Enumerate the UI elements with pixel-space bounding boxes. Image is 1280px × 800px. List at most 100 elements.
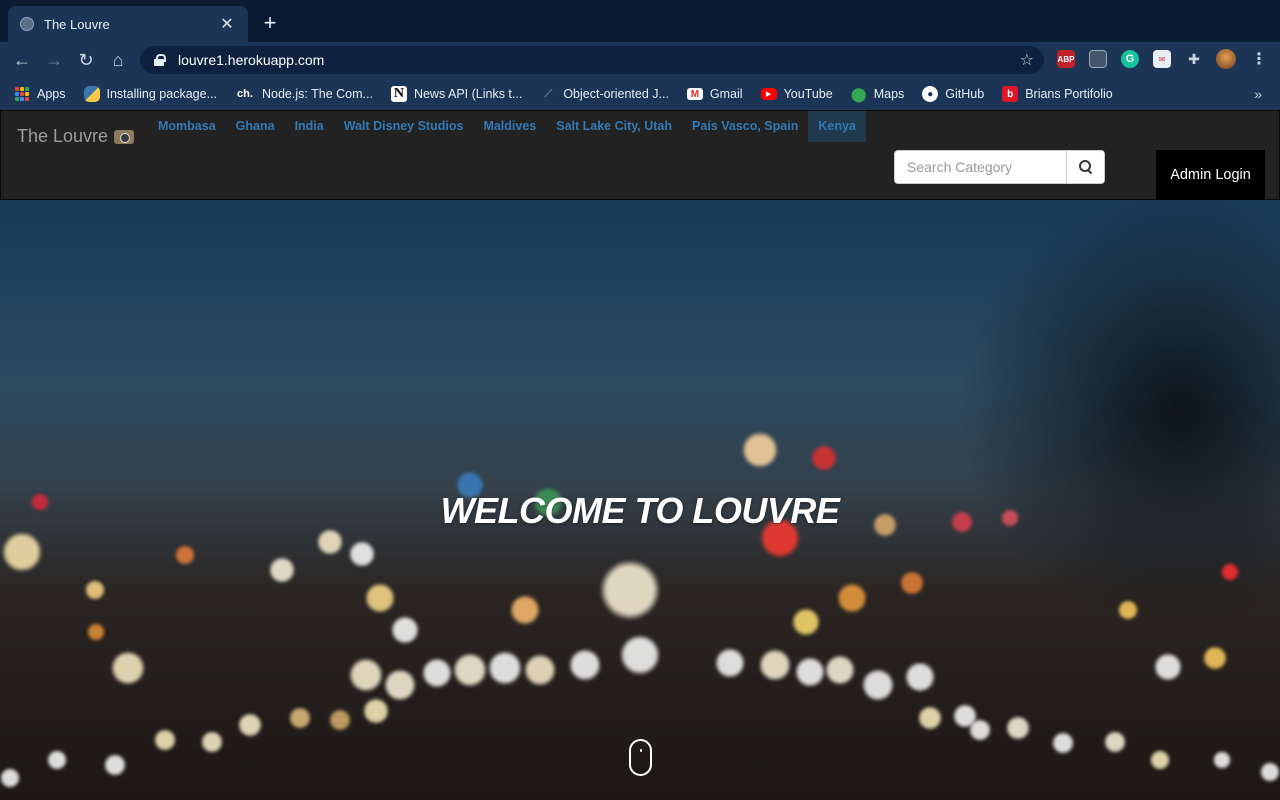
hero-title: WELCOME TO LOUVRE <box>440 490 840 531</box>
bokeh-light <box>792 608 820 636</box>
bokeh-light <box>811 445 837 471</box>
bokeh-light <box>1006 716 1030 740</box>
forward-arrow-icon[interactable]: → <box>42 48 66 72</box>
bokeh-light <box>600 560 660 620</box>
bokeh-light <box>1104 731 1126 753</box>
browser-toolbar: ← → ↻ ⌂ louvre1.herokuapp.com ☆ <box>0 42 1280 78</box>
search-button[interactable] <box>1066 150 1105 184</box>
category-salt-lake-city[interactable]: Salt Lake City, Utah <box>546 111 682 142</box>
youtube-icon: ▶ <box>760 88 777 100</box>
bokeh-light <box>1213 751 1231 769</box>
bokeh-light <box>269 557 295 583</box>
bokeh-light <box>620 635 660 675</box>
bookmark-installing-packages[interactable]: Installing package... <box>83 86 217 102</box>
bokeh-light <box>349 541 375 567</box>
bookmarks-overflow-icon[interactable]: » <box>1254 86 1262 102</box>
bokeh-light <box>238 713 262 737</box>
bokeh-light <box>85 580 105 600</box>
category-search <box>894 150 1105 184</box>
ch-icon: ch. <box>237 88 253 100</box>
bookmark-object-oriented[interactable]: ⟋ Object-oriented J... <box>540 86 668 102</box>
search-input[interactable] <box>894 150 1066 184</box>
url-text[interactable]: louvre1.herokuapp.com <box>178 52 1020 68</box>
bokeh-light <box>837 583 867 613</box>
category-nav: Mombasa Ghana India Walt Disney Studios … <box>148 111 866 142</box>
bokeh-light <box>87 623 105 641</box>
bokeh-light <box>524 654 556 686</box>
adblock-plus-icon[interactable]: ABP <box>1057 50 1075 68</box>
n-logo-icon: N <box>390 86 407 102</box>
bookmark-github[interactable]: ● GitHub <box>922 86 984 102</box>
bookmark-star-icon[interactable]: ☆ <box>1020 50 1034 70</box>
grammarly-icon[interactable]: G <box>1121 50 1139 68</box>
bokeh-light <box>905 662 935 692</box>
bokeh-light <box>363 698 389 724</box>
bookmark-apps[interactable]: Apps <box>14 86 66 102</box>
bokeh-light <box>1221 563 1239 581</box>
scroll-mouse-icon[interactable] <box>629 739 652 776</box>
bokeh-light <box>510 595 540 625</box>
bokeh-light <box>2 532 42 572</box>
bokeh-light <box>289 707 311 729</box>
bokeh-light <box>329 709 351 731</box>
globe-icon <box>20 17 34 31</box>
browser-tab[interactable]: The Louvre ✕ <box>8 6 248 42</box>
category-ghana[interactable]: Ghana <box>226 111 285 142</box>
category-mombasa[interactable]: Mombasa <box>148 111 226 142</box>
profile-avatar[interactable] <box>1216 49 1236 69</box>
bokeh-light <box>759 649 791 681</box>
bokeh-light <box>349 658 383 692</box>
bokeh-light <box>1260 762 1280 782</box>
reload-icon[interactable]: ↻ <box>74 48 98 72</box>
bokeh-light <box>453 653 487 687</box>
bokeh-light <box>391 616 419 644</box>
bokeh-light <box>104 754 126 776</box>
extensions-puzzle-icon[interactable]: ✚ <box>1185 50 1203 68</box>
address-bar[interactable]: louvre1.herokuapp.com ☆ <box>140 46 1044 74</box>
category-kenya[interactable]: Kenya <box>808 111 866 142</box>
bookmark-brians-portfolio[interactable]: b Brians Portifolio <box>1002 86 1113 102</box>
camera-icon <box>114 129 135 144</box>
bokeh-light <box>1150 750 1170 770</box>
home-icon[interactable]: ⌂ <box>106 48 130 72</box>
bookmark-news-api[interactable]: N News API (Links t... <box>390 86 522 102</box>
brand-text: The Louvre <box>17 126 109 146</box>
hero-background <box>0 110 1280 800</box>
slash-icon: ⟋ <box>544 87 553 100</box>
menu-kebab-icon[interactable]: ⋮ <box>1250 50 1268 68</box>
bookmark-gmail[interactable]: M Gmail <box>686 87 743 101</box>
bokeh-light <box>569 649 601 681</box>
bookmark-maps[interactable]: ⬤ Maps <box>851 86 904 102</box>
tab-title: The Louvre <box>44 16 110 32</box>
site-navbar: The Louvre Mombasa Ghana India Walt Disn… <box>0 110 1280 200</box>
reading-list-icon[interactable] <box>1089 50 1107 68</box>
bokeh-light <box>1052 732 1074 754</box>
category-maldives[interactable]: Maldives <box>473 111 546 142</box>
bookmark-nodejs[interactable]: ch. Node.js: The Com... <box>235 86 373 102</box>
category-walt-disney-studios[interactable]: Walt Disney Studios <box>334 111 474 142</box>
back-arrow-icon[interactable]: ← <box>10 48 34 72</box>
browser-tabstrip: The Louvre ✕ + <box>0 0 1280 42</box>
apps-grid-icon <box>14 86 30 102</box>
bookmark-youtube[interactable]: ▶ YouTube <box>760 87 833 101</box>
brand-link[interactable]: The Louvre <box>17 126 135 147</box>
bokeh-light <box>201 731 223 753</box>
category-pais-vasco[interactable]: País Vasco, Spain <box>682 111 808 142</box>
bokeh-light <box>111 651 145 685</box>
github-icon: ● <box>922 86 939 102</box>
close-tab-icon[interactable]: ✕ <box>218 15 236 33</box>
bokeh-light <box>1154 653 1182 681</box>
lock-icon <box>154 54 166 66</box>
category-india[interactable]: India <box>285 111 334 142</box>
bokeh-light <box>742 432 778 468</box>
admin-login-button[interactable]: Admin Login <box>1156 150 1265 200</box>
new-tab-button[interactable]: + <box>258 12 282 36</box>
bookmarks-bar: Apps Installing package... ch. Node.js: … <box>0 78 1280 110</box>
bokeh-light <box>488 651 522 685</box>
bokeh-light <box>918 706 942 730</box>
bokeh-light <box>795 657 825 687</box>
bokeh-light <box>47 750 67 770</box>
bokeh-light <box>862 669 894 701</box>
extension-badge-icon[interactable]: ✉ <box>1153 50 1171 68</box>
bokeh-light <box>715 648 745 678</box>
